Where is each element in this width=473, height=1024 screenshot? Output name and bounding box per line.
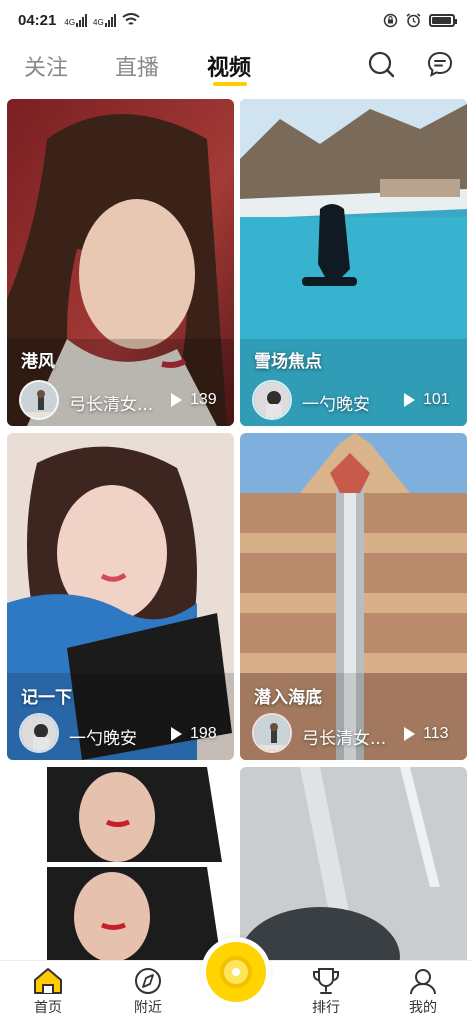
video-thumbnail [240,433,467,760]
video-thumbnail [7,433,234,760]
video-card[interactable] [7,767,234,967]
video-card[interactable]: 雪场焦点 一勺晚安 101 [240,99,467,426]
tab-video[interactable]: 视频 [207,50,251,82]
play-count-icon [404,727,415,741]
author-name[interactable]: 弓长清女... [302,724,386,749]
video-card[interactable]: 潜入海底 弓长清女... 113 [240,433,467,760]
record-button[interactable] [201,937,271,1007]
play-count-icon [171,393,182,407]
nav-home[interactable]: 首页 [18,967,78,1017]
user-icon [410,969,436,995]
video-title: 港风 [21,352,55,372]
video-title: 雪场焦点 [254,352,322,372]
play-count-icon [404,393,415,407]
author-name[interactable]: 一勺晚安 [302,390,370,415]
view-count: 198 [190,725,217,742]
video-title: 潜入海底 [254,688,322,708]
author-avatar[interactable] [252,713,292,753]
tab-live[interactable]: 直播 [115,50,159,82]
nav-profile-label: 我的 [409,1000,437,1016]
video-card[interactable]: 港风 弓长清女... 139 [7,99,234,426]
trophy-icon [313,968,339,994]
nav-nearby-label: 附近 [134,1000,162,1016]
lock-rotation-icon [383,13,398,27]
video-thumbnail [240,767,467,967]
active-tab-indicator [213,82,247,86]
signal-icon-2: 4G [93,13,116,27]
compass-icon [135,968,161,994]
status-bar: 04:21 4G 4G [0,0,473,40]
author-name[interactable]: 一勺晚安 [69,724,137,749]
author-name[interactable]: 弓长清女... [69,390,153,415]
status-time: 04:21 [18,11,57,29]
search-icon[interactable] [367,50,395,78]
record-icon [220,956,252,988]
alarm-icon [406,12,421,27]
wifi-icon [122,13,140,25]
nav-profile[interactable]: 我的 [393,967,453,1017]
signal-icon: 4G [64,13,88,27]
author-avatar[interactable] [19,713,59,753]
video-card[interactable] [240,767,467,967]
home-icon [34,968,62,994]
author-avatar[interactable] [252,380,292,420]
view-count: 113 [423,725,449,742]
author-avatar[interactable] [19,380,59,420]
nav-ranking-label: 排行 [312,1000,340,1016]
video-thumbnail [240,99,467,426]
view-count: 139 [190,391,217,408]
battery-icon [429,13,457,27]
message-icon[interactable] [426,50,454,78]
nav-ranking[interactable]: 排行 [296,967,356,1017]
view-count: 101 [423,391,450,408]
video-thumbnail [7,767,234,967]
play-count-icon [171,727,182,741]
nav-nearby[interactable]: 附近 [118,967,178,1017]
video-thumbnail [7,99,234,426]
nav-home-label: 首页 [34,1000,62,1016]
video-card[interactable]: 记一下 一勺晚安 198 [7,433,234,760]
tab-following[interactable]: 关注 [24,50,68,82]
video-title: 记一下 [21,688,72,708]
